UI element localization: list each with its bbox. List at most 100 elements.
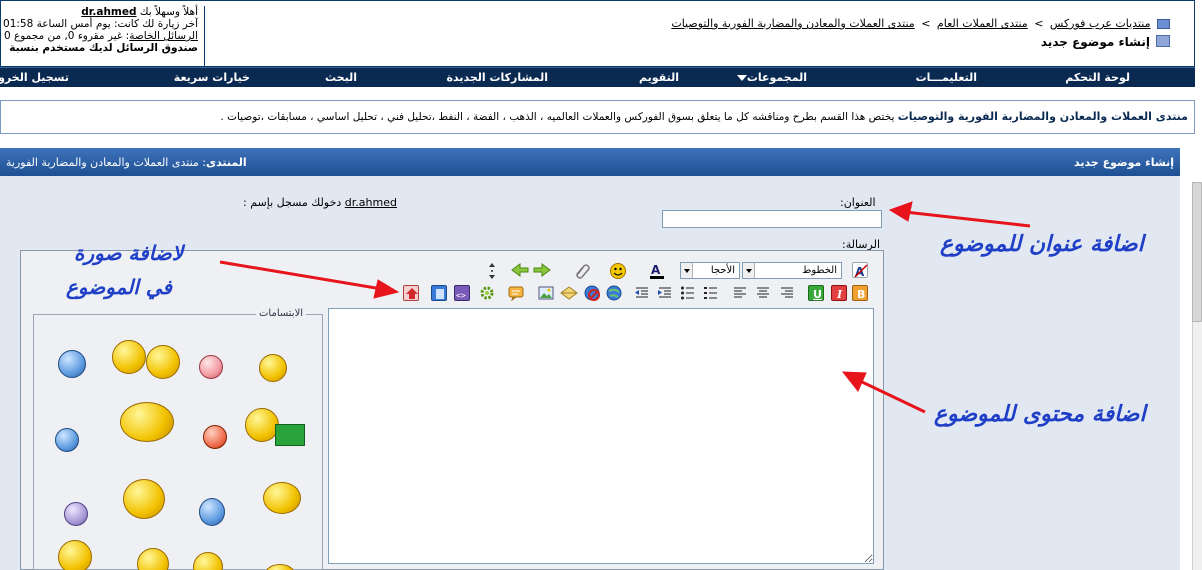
- nav-logout[interactable]: تسجيل الخروج: [0, 71, 69, 84]
- chevron-down-icon: [736, 75, 747, 81]
- annotation-image-hint-1: لاضافة صورة: [74, 241, 184, 265]
- smilie-cool-icon[interactable]: [123, 479, 165, 519]
- scrollbar-thumb[interactable]: [1192, 182, 1202, 322]
- logged-in-label: دخولك مسجل بإسم :: [243, 196, 342, 209]
- align-center-icon[interactable]: [755, 285, 771, 301]
- nav-groups[interactable]: المجموعات: [733, 71, 807, 84]
- bold-glyph: B: [857, 288, 865, 301]
- breadcrumb-item-forum[interactable]: منتدى العملات والمعادن والمضاربة الفورية…: [671, 17, 914, 30]
- smilie-gift-icon[interactable]: [245, 408, 279, 442]
- text-color-glyph: A: [643, 263, 664, 279]
- attachment-icon[interactable]: [566, 262, 590, 279]
- forum-description: يختص هذا القسم بطرح ومناقشه كل ما يتعلق …: [220, 111, 895, 123]
- insert-link-icon[interactable]: [606, 285, 622, 301]
- smilie-kiss-icon[interactable]: [203, 425, 227, 449]
- nav-user-cp[interactable]: لوحة التحكم: [1065, 71, 1130, 84]
- insert-html-icon[interactable]: <>: [454, 285, 470, 301]
- bold-icon[interactable]: B: [852, 285, 868, 301]
- underline-icon[interactable]: U: [808, 285, 824, 301]
- insert-image-icon[interactable]: [538, 285, 554, 301]
- logged-in-user-link[interactable]: dr.ahmed: [345, 196, 397, 209]
- align-right-icon[interactable]: [779, 285, 795, 301]
- nav-quick-links[interactable]: خيارات سريعة: [174, 71, 250, 84]
- undo-icon[interactable]: [510, 262, 529, 278]
- font-size-select[interactable]: الأحجا: [680, 262, 740, 279]
- smilie-hug-icon[interactable]: [259, 354, 287, 382]
- smilie-glyph: [600, 263, 626, 279]
- svg-text:I: I: [836, 288, 843, 301]
- chevron-down-icon: [743, 263, 755, 278]
- form-header-forum-value: : منتدى العملات والمعادن والمضاربة الفور…: [6, 156, 206, 169]
- welcome-text: أهلاً وسهلاً بك: [139, 6, 198, 18]
- nav-new-posts[interactable]: المشاركات الجديدة: [446, 71, 548, 84]
- svg-text:U: U: [813, 288, 822, 301]
- image-glyph: [538, 286, 554, 300]
- text-color-icon[interactable]: A: [643, 262, 664, 279]
- breadcrumb-item-general[interactable]: منتدى العملات العام: [937, 17, 1028, 30]
- indent-icon[interactable]: [634, 285, 650, 301]
- smilie-sad-icon[interactable]: [64, 502, 88, 526]
- smilie-sleep-icon[interactable]: [55, 428, 79, 452]
- nav-search[interactable]: البحث: [325, 71, 357, 84]
- italic-icon[interactable]: I: [831, 285, 847, 301]
- insert-email-icon[interactable]: [560, 285, 578, 301]
- nav-groups-label: المجموعات: [746, 71, 807, 84]
- form-header-bar: إنشاء موضوع جديد المنتدى: منتدى العملات …: [0, 148, 1180, 176]
- undo-glyph: [511, 263, 529, 277]
- nav-calendar[interactable]: التقويم: [639, 71, 679, 84]
- font-size-select-value: الأحجا: [710, 265, 735, 276]
- private-messages-link[interactable]: الرسائل الخاصة: [129, 30, 198, 42]
- remove-format-icon[interactable]: A: [852, 262, 868, 279]
- insert-code-icon[interactable]: [479, 285, 495, 301]
- smilie-wave-icon[interactable]: [112, 340, 146, 374]
- font-family-select-value: الخطوط: [802, 265, 837, 276]
- align-left-glyph: [734, 287, 746, 298]
- breadcrumb-item-home[interactable]: منتديات عرب فوركس: [1050, 17, 1151, 30]
- breadcrumb-separator: >: [1034, 17, 1044, 30]
- insert-image-upload-icon[interactable]: [403, 285, 419, 301]
- resize-glyph: [489, 263, 495, 279]
- insert-smilie-icon[interactable]: [600, 262, 626, 279]
- smilie-laugh-icon[interactable]: [58, 540, 92, 570]
- insert-php-icon[interactable]: [431, 285, 447, 301]
- thread-title-input[interactable]: [662, 210, 882, 228]
- user-info-box: أهلاً وسهلاً بك dr.ahmed آخر زيارة لك كا…: [1, 6, 205, 66]
- smilie-glasses-icon[interactable]: [120, 402, 174, 442]
- numbered-list-icon[interactable]: [703, 285, 719, 301]
- nav-faq[interactable]: التعليمـــات: [916, 71, 977, 84]
- pm-usage-text: صندوق الرسائل لديك مستخدم بنسبة: [9, 42, 198, 54]
- smilie-angel-icon[interactable]: [263, 482, 301, 514]
- align-center-glyph: [757, 287, 769, 298]
- smilie-owl-icon[interactable]: [199, 498, 225, 526]
- align-right-glyph: [781, 287, 793, 298]
- remove-link-icon[interactable]: [584, 285, 600, 301]
- smilie-pink-icon[interactable]: [199, 355, 223, 379]
- redo-glyph: [533, 263, 551, 277]
- pm-count-text: : غير مقروء 0, من مجموع 0: [3, 30, 130, 42]
- page-title: إنشاء موضوع جديد: [1040, 35, 1150, 49]
- outdent-icon[interactable]: [657, 285, 673, 301]
- smilie-wave2-icon[interactable]: [146, 345, 180, 379]
- username-link[interactable]: dr.ahmed: [81, 6, 136, 18]
- message-textarea[interactable]: [328, 308, 874, 564]
- last-visit-text: آخر زيارة لك كانت: يوم أمس الساعة 01:58: [3, 18, 198, 30]
- resize-toolbar-icon[interactable]: [487, 262, 497, 279]
- form-header-title: إنشاء موضوع جديد: [1073, 156, 1174, 169]
- gift-box-icon: [275, 424, 305, 446]
- annotation-content-hint: اضافة محتوى للموضوع: [934, 402, 1146, 427]
- smilie-cry-icon[interactable]: [58, 350, 86, 378]
- image-upload-glyph: [406, 288, 418, 299]
- insert-quote-icon[interactable]: [508, 285, 524, 302]
- svg-text:<>: <>: [456, 291, 466, 300]
- font-family-select[interactable]: الخطوط: [742, 262, 842, 279]
- numbered-list-glyph: [704, 287, 717, 299]
- html-glyph: <>: [456, 291, 466, 300]
- new-thread-icon: [1156, 35, 1170, 47]
- redo-icon[interactable]: [532, 262, 551, 278]
- bullet-list-glyph: [681, 286, 694, 300]
- bullet-list-icon[interactable]: [680, 285, 696, 301]
- align-left-icon[interactable]: [732, 285, 748, 301]
- quote-bubble-glyph: [508, 286, 524, 302]
- forum-info-box: منتدى العملات والمعادن والمضاربة الفورية…: [0, 100, 1195, 134]
- forum-title: منتدى العملات والمعادن والمضاربة الفورية…: [897, 110, 1188, 123]
